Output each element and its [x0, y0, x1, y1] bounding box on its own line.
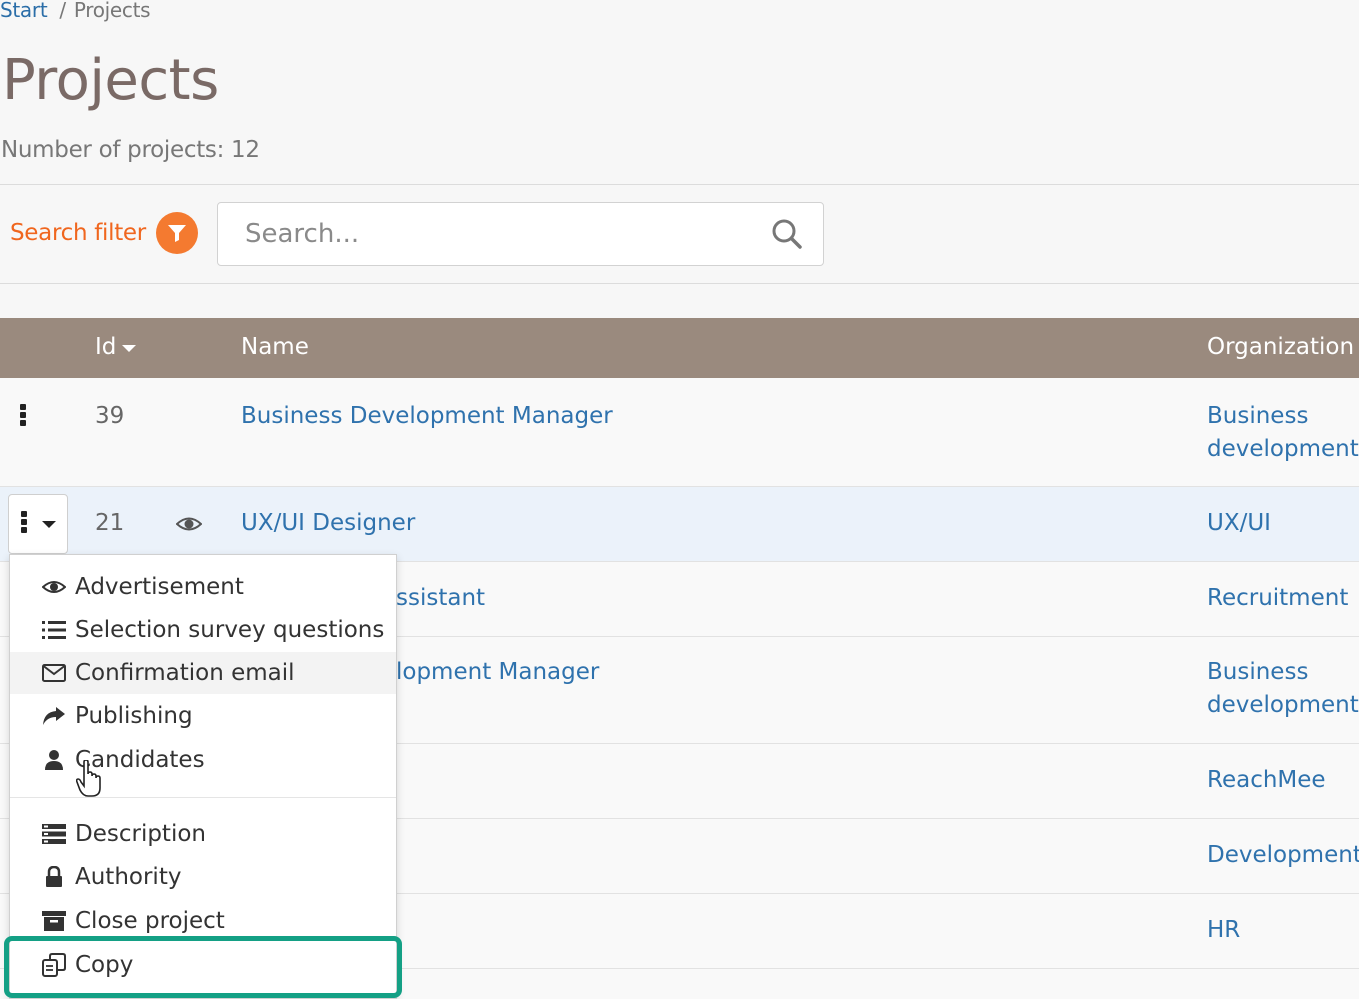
organization-link[interactable]: Business development — [1207, 400, 1359, 466]
menu-divider — [10, 797, 396, 798]
filter-icon[interactable] — [155, 212, 198, 254]
eye-icon — [41, 578, 67, 596]
search-filter-toggle[interactable]: Search filter — [10, 212, 198, 254]
column-header-name[interactable]: Name — [241, 334, 309, 360]
organization-link[interactable]: HR — [1207, 914, 1240, 947]
eye-icon[interactable] — [175, 507, 203, 550]
archive-icon — [41, 910, 67, 932]
menu-item-candidates[interactable]: Candidates — [10, 739, 396, 781]
row-actions-dropdown-button[interactable] — [8, 494, 68, 554]
organization-link[interactable]: Recruitment — [1207, 582, 1348, 615]
menu-item-description[interactable]: Description — [10, 813, 396, 855]
project-name-link[interactable]: lopment Manager — [396, 656, 599, 689]
search-input[interactable] — [218, 203, 758, 265]
menu-item-copy[interactable]: Copy — [10, 944, 396, 986]
copy-icon — [41, 953, 67, 977]
project-count: Number of projects: 12 — [1, 137, 260, 163]
menu-item-confirmation-email[interactable]: Confirmation email — [10, 652, 396, 694]
menu-item-selection-survey-questions[interactable]: Selection survey questions — [10, 609, 396, 651]
column-header-id[interactable]: Id — [95, 334, 137, 360]
description-icon — [41, 824, 67, 844]
breadcrumb-current: Projects — [73, 0, 151, 22]
kebab-icon — [21, 511, 29, 535]
column-header-organization[interactable]: Organization — [1207, 334, 1354, 360]
lock-icon — [41, 866, 67, 888]
search-box — [217, 202, 824, 266]
row-actions-menu: Advertisement Selection survey questions… — [9, 554, 397, 999]
row-id: 39 — [95, 403, 125, 429]
row-actions-icon[interactable] — [20, 404, 28, 428]
organization-link[interactable]: ReachMee — [1207, 764, 1326, 797]
menu-item-authority[interactable]: Authority — [10, 856, 396, 898]
hand-pointer-icon — [75, 759, 102, 804]
chevron-down-icon — [42, 521, 56, 528]
divider — [0, 283, 1359, 284]
share-arrow-icon — [41, 706, 67, 726]
breadcrumb: Start / Projects — [0, 0, 151, 22]
sort-desc-icon — [122, 345, 137, 352]
table-header: Id Name Organization — [0, 318, 1359, 378]
table-row: 39 Business Development Manager Business… — [0, 378, 1359, 487]
organization-link[interactable]: Development — [1207, 839, 1359, 872]
project-name-link[interactable]: UX/UI Designer — [241, 507, 415, 540]
page-title: Projects — [2, 48, 219, 113]
envelope-icon — [41, 664, 67, 682]
menu-item-close-project[interactable]: Close project — [10, 900, 396, 942]
organization-link[interactable]: Business development — [1207, 656, 1359, 722]
row-id: 21 — [95, 510, 125, 536]
project-name-link[interactable]: ssistant — [396, 582, 485, 615]
menu-item-advertisement[interactable]: Advertisement — [10, 566, 396, 608]
search-icon[interactable] — [771, 218, 803, 254]
breadcrumb-start-link[interactable]: Start — [0, 0, 48, 22]
organization-link[interactable]: UX/UI — [1207, 507, 1271, 540]
user-icon — [41, 749, 67, 771]
search-filter-label: Search filter — [10, 220, 146, 246]
table-row: 21 UX/UI Designer UX/UI — [0, 487, 1359, 562]
project-name-link[interactable]: Business Development Manager — [241, 400, 613, 433]
menu-item-publishing[interactable]: Publishing — [10, 695, 396, 737]
divider — [0, 184, 1359, 185]
breadcrumb-separator: / — [59, 0, 66, 22]
numbered-list-icon — [41, 619, 67, 641]
